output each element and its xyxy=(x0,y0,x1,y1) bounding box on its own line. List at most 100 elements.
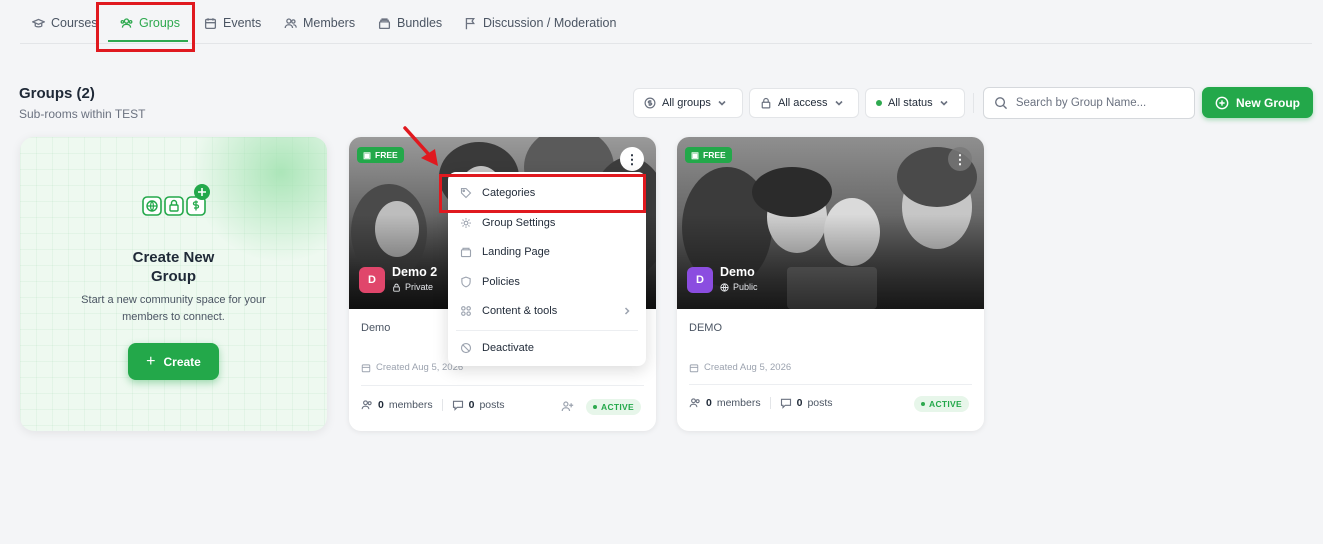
create-group-card: Create New Group Start a new community s… xyxy=(20,137,327,431)
members-label: members xyxy=(716,397,761,409)
tab-label: Events xyxy=(223,16,262,30)
create-button[interactable]: + Create xyxy=(128,343,219,380)
tab-discussion-moderation[interactable]: Discussion / Moderation xyxy=(464,2,616,44)
menu-item-content-tools[interactable]: Content & tools xyxy=(448,296,646,325)
group-avatar: D xyxy=(687,267,713,293)
status-label: ACTIVE xyxy=(601,402,634,412)
calendar-icon xyxy=(204,17,217,29)
menu-item-label: Policies xyxy=(482,275,520,288)
filter-label: All status xyxy=(888,97,933,109)
more-options-button[interactable]: ⋮ xyxy=(948,147,972,171)
filter-label: All groups xyxy=(662,97,711,109)
chevron-down-icon xyxy=(718,100,726,106)
members-icon xyxy=(689,398,700,408)
tab-label: Groups xyxy=(139,16,180,30)
free-badge-label: FREE xyxy=(375,150,398,160)
create-card-description: Start a new community space for your mem… xyxy=(81,294,266,323)
tab-members[interactable]: Members xyxy=(284,2,355,44)
menu-item-label: Content & tools xyxy=(482,304,558,317)
create-title-line1: Create New xyxy=(132,249,215,266)
tab-label: Discussion / Moderation xyxy=(483,16,617,30)
tab-courses[interactable]: Courses xyxy=(32,2,98,44)
tab-groups[interactable]: Groups xyxy=(120,2,180,44)
lock-icon xyxy=(393,283,400,292)
chat-icon xyxy=(780,398,791,409)
members-label: members xyxy=(388,399,433,411)
create-button-label: Create xyxy=(163,354,201,369)
status-dot xyxy=(921,402,925,406)
chevron-down-icon xyxy=(940,100,948,106)
menu-item-deactivate[interactable]: Deactivate xyxy=(448,333,646,362)
globe-icon xyxy=(720,282,729,292)
more-vertical-icon: ⋮ xyxy=(953,151,967,167)
tab-label: Courses xyxy=(51,16,98,30)
visibility-label: Private xyxy=(405,282,434,292)
menu-item-group-settings[interactable]: Group Settings xyxy=(448,208,646,237)
chat-icon xyxy=(452,400,463,411)
plus-circle-icon xyxy=(1215,96,1229,109)
menu-item-policies[interactable]: Policies xyxy=(448,267,646,296)
new-group-button[interactable]: New Group xyxy=(1202,87,1313,118)
filter-all-groups[interactable]: All groups xyxy=(633,88,743,118)
gear-icon xyxy=(461,217,471,228)
group-stats: 0 members 0 posts xyxy=(361,399,505,411)
posts-count: 0 xyxy=(468,399,475,411)
menu-item-categories[interactable]: Categories xyxy=(448,178,646,207)
tab-label: Bundles xyxy=(397,16,443,30)
lock-icon xyxy=(761,97,771,109)
members-count: 0 xyxy=(706,397,712,409)
create-card-title: Create New Group xyxy=(20,248,327,286)
group-options-menu: Categories Group Settings Landing Page P… xyxy=(448,172,646,366)
status-label: ACTIVE xyxy=(929,399,962,409)
card-divider xyxy=(361,385,644,386)
gift-icon: ▣ xyxy=(691,149,700,160)
group-stats: 0 members 0 posts xyxy=(689,397,833,409)
menu-item-label: Landing Page xyxy=(482,245,550,258)
bundle-icon xyxy=(378,17,391,29)
annotation-arrow-icon xyxy=(403,126,438,166)
grid-icon xyxy=(461,305,471,316)
active-tab-indicator xyxy=(108,40,188,42)
new-group-label: New Group xyxy=(1235,95,1300,110)
group-description: DEMO xyxy=(689,322,722,334)
group-description: Demo xyxy=(361,322,391,334)
group-search[interactable] xyxy=(983,87,1195,119)
posts-label: posts xyxy=(479,399,505,411)
page-icon xyxy=(460,247,472,257)
group-name: Demo 2 xyxy=(392,265,438,279)
shield-icon xyxy=(461,276,471,287)
tab-events[interactable]: Events xyxy=(204,2,261,44)
search-icon xyxy=(995,97,1008,110)
members-icon xyxy=(284,17,297,28)
create-title-line2: Group xyxy=(151,268,196,285)
community-icons xyxy=(142,184,210,216)
dollar-circle-icon xyxy=(644,97,656,109)
add-member-icon[interactable] xyxy=(561,400,574,413)
stats-divider xyxy=(441,399,443,411)
filter-label: All access xyxy=(778,97,828,109)
group-card-demo[interactable]: ▣ FREE ⋮ D Demo Public DEMO Created Aug … xyxy=(677,137,984,431)
group-created-date: Created Aug 5, 2026 xyxy=(361,362,463,373)
filter-all-access[interactable]: All access xyxy=(749,88,859,118)
page-subtitle: Sub-rooms within TEST xyxy=(19,107,146,121)
toolbar-divider xyxy=(973,93,974,113)
free-badge-label: FREE xyxy=(703,150,726,160)
status-badge: ACTIVE xyxy=(586,399,641,415)
posts-label: posts xyxy=(807,397,833,409)
calendar-icon xyxy=(689,363,699,372)
top-tab-nav: Courses Groups Events Members Bundles Di… xyxy=(20,2,1312,44)
more-options-button[interactable]: ⋮ xyxy=(620,147,644,171)
stats-divider xyxy=(769,397,771,409)
tab-bundles[interactable]: Bundles xyxy=(378,2,442,44)
status-badge: ACTIVE xyxy=(914,396,969,412)
search-input[interactable] xyxy=(1015,97,1184,109)
menu-item-landing-page[interactable]: Landing Page xyxy=(448,237,646,266)
filter-all-status[interactable]: All status xyxy=(865,88,965,118)
gift-icon: ▣ xyxy=(363,149,372,160)
ban-icon xyxy=(460,342,472,353)
posts-count: 0 xyxy=(796,397,803,409)
free-badge: ▣ FREE xyxy=(357,147,404,163)
menu-item-label: Group Settings xyxy=(482,216,556,229)
group-created-date: Created Aug 5, 2026 xyxy=(689,362,791,373)
page-title: Groups (2) xyxy=(19,85,95,102)
